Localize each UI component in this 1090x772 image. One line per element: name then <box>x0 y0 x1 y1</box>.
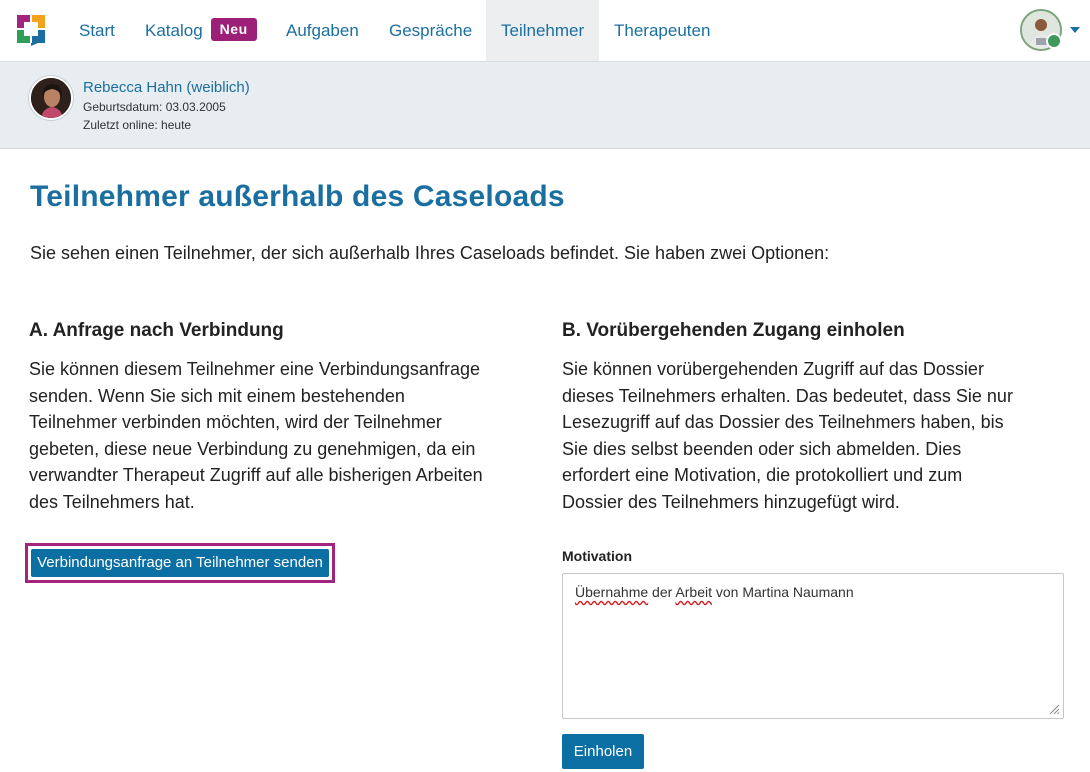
participant-last-online: Zuletzt online: heute <box>83 118 192 132</box>
motivation-text: von Martina Naumann <box>711 584 854 600</box>
page-title: Teilnehmer außerhalb des Caseloads <box>30 180 565 213</box>
nav-teilnehmer-label: Teilnehmer <box>501 21 585 40</box>
user-menu[interactable] <box>1020 9 1082 51</box>
option-b-line: dieses Teilnehmers erhalten. Das bedeute… <box>562 385 1013 406</box>
option-a-line: Teilnehmer verbinden möchten, wird der T… <box>29 412 442 433</box>
participant-name-link[interactable]: Rebecca Hahn (weiblich) <box>83 79 250 96</box>
option-b-line: Lesezugriff auf das Dossier des Teilnehm… <box>562 412 1004 433</box>
option-a-line: gebeten, diese neue Verbindung zu genehm… <box>29 438 476 459</box>
obtain-access-button[interactable]: Einholen <box>562 734 644 769</box>
nav-katalog[interactable]: Katalog Neu <box>130 0 272 61</box>
online-status-icon <box>1046 33 1062 49</box>
top-navigation: Start Katalog Neu Aufgaben Gespräche Teil… <box>0 0 1090 62</box>
send-request-highlight: Verbindungsanfrage an Teilnehmer senden <box>25 543 335 583</box>
nav-katalog-label: Katalog <box>145 21 203 40</box>
nav-aufgaben-label: Aufgaben <box>286 21 359 40</box>
motivation-label: Motivation <box>562 548 632 564</box>
nav-therapeuten[interactable]: Therapeuten <box>599 0 725 61</box>
motivation-text: der <box>648 584 676 600</box>
app-logo-icon[interactable] <box>16 14 46 46</box>
nav-gespraeche[interactable]: Gespräche <box>374 0 487 61</box>
option-a-title: A. Anfrage nach Verbindung <box>29 320 284 341</box>
option-a-description: Sie können diesem Teilnehmer eine Verbin… <box>29 356 544 516</box>
resize-handle-icon[interactable] <box>1048 703 1060 715</box>
motivation-textarea[interactable]: Übernahme der Arbeit von Martina Naumann <box>562 573 1064 719</box>
option-b-line: erfordert eine Motivation, die protokoll… <box>562 465 963 486</box>
nav-aufgaben[interactable]: Aufgaben <box>271 0 374 61</box>
motivation-word-misspelled: Arbeit <box>675 584 712 600</box>
participant-photo <box>31 78 71 118</box>
option-b-title: B. Vorübergehenden Zugang einholen <box>562 320 905 341</box>
chevron-down-icon[interactable] <box>1070 27 1080 33</box>
option-b-line: Sie können vorübergehenden Zugriff auf d… <box>562 359 984 379</box>
participant-birthdate: Geburtsdatum: 03.03.2005 <box>83 100 226 114</box>
nav-start[interactable]: Start <box>64 0 130 61</box>
option-b-line: Sie dies selbst beenden oder sich abmeld… <box>562 438 962 459</box>
new-badge: Neu <box>210 18 257 41</box>
intro-text: Sie sehen einen Teilnehmer, der sich auß… <box>30 243 830 263</box>
participant-avatar <box>29 76 73 120</box>
option-a-line: verwandter Therapeut Zugriff auf alle bi… <box>29 465 483 486</box>
nav-therapeuten-label: Therapeuten <box>614 21 711 40</box>
nav-teilnehmer[interactable]: Teilnehmer <box>486 0 599 61</box>
nav-gespraeche-label: Gespräche <box>389 21 473 40</box>
send-connection-request-button[interactable]: Verbindungsanfrage an Teilnehmer senden <box>31 549 329 577</box>
motivation-word-misspelled: Übernahme <box>575 584 649 600</box>
option-b-description: Sie können vorübergehenden Zugriff auf d… <box>562 356 1072 516</box>
participant-header: Rebecca Hahn (weiblich) Geburtsdatum: 03… <box>0 62 1090 149</box>
option-a-line: des Teilnehmers hat. <box>29 491 195 512</box>
nav-start-label: Start <box>79 21 115 40</box>
option-a-line: Sie können diesem Teilnehmer eine Verbin… <box>29 359 480 379</box>
option-a-line: senden. Wenn Sie sich mit einem bestehen… <box>29 385 405 406</box>
option-b-line: Dossier des Teilnehmers hinzugefügt wird… <box>562 491 900 512</box>
